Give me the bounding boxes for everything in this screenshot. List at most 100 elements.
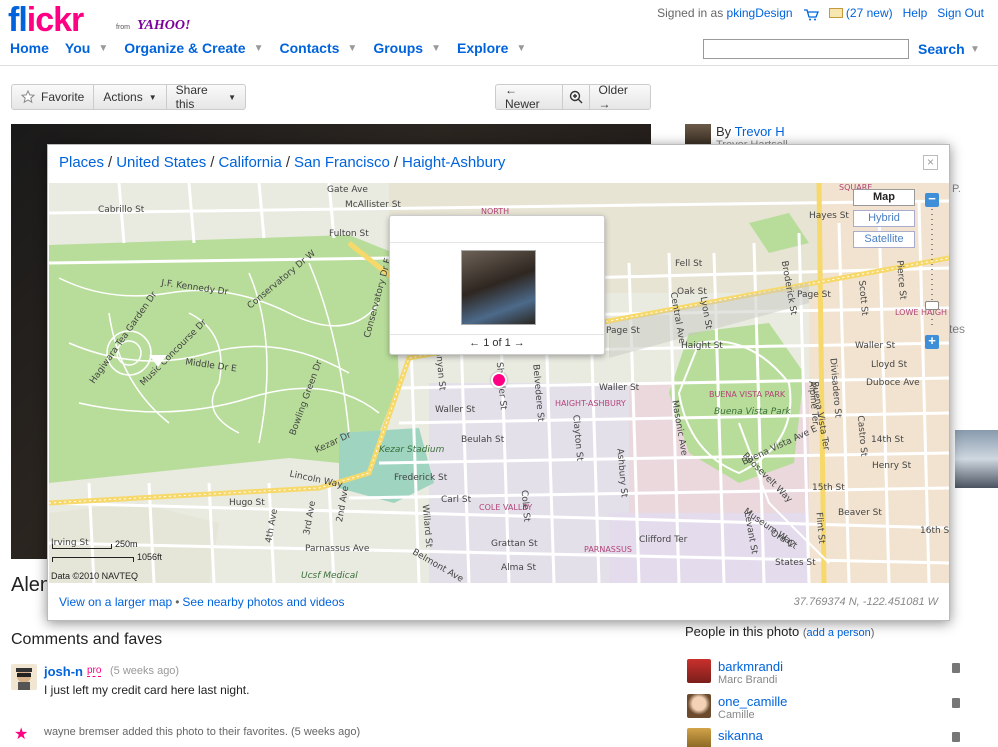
chevron-down-icon[interactable]: ▼ [98, 43, 108, 54]
breadcrumb-city[interactable]: San Francisco [294, 154, 390, 171]
comment-text: I just left my credit card here last nig… [44, 683, 250, 697]
pro-badge[interactable]: pro [87, 665, 102, 677]
person-tag-icon[interactable] [952, 663, 960, 673]
person-tag-icon[interactable] [952, 732, 960, 742]
people-in-photo-title: People in this photo (add a person) [685, 624, 874, 639]
map-footer-links: View on a larger map • See nearby photos a… [59, 595, 345, 609]
nav-explore[interactable]: Explore ▼ [457, 40, 526, 56]
street-label: Cabrillo St [98, 205, 145, 215]
search-input[interactable] [703, 39, 909, 59]
older-button[interactable]: Older → [590, 83, 650, 111]
scale-meters-label: 250m [115, 539, 138, 549]
nav-home[interactable]: Home [10, 40, 49, 56]
zoom-slider-handle[interactable] [925, 301, 939, 310]
close-icon[interactable]: × [923, 155, 938, 170]
map-type-hybrid-button[interactable]: Hybrid [853, 210, 915, 227]
chevron-down-icon[interactable]: ▼ [254, 43, 264, 54]
newer-button[interactable]: ← Newer [496, 83, 563, 111]
username-link[interactable]: pkingDesign [727, 6, 793, 20]
popup-pager[interactable]: ← 1 of 1 → [390, 337, 604, 349]
search-button[interactable]: Search [918, 41, 965, 57]
zoom-in-button[interactable]: + [925, 334, 939, 349]
share-menu-button[interactable]: Share this ▼ [167, 83, 245, 111]
street-label: 14th St [871, 435, 904, 445]
nav-organize[interactable]: Organize & Create ▼ [124, 40, 263, 56]
favorite-button[interactable]: Favorite [12, 85, 95, 109]
people-title-label: People in this photo [685, 624, 800, 639]
list-item: barkmrandi Marc Brandi [687, 659, 967, 693]
map-type-satellite-button[interactable]: Satellite [853, 231, 915, 248]
side-thumbnail[interactable] [955, 430, 998, 488]
breadcrumb-places[interactable]: Places [59, 154, 104, 171]
district-label: HAIGHT-ASHBURY [555, 399, 626, 408]
mail-icon[interactable] [828, 8, 843, 18]
popup-divider [390, 334, 604, 335]
avatar[interactable] [687, 728, 711, 747]
breadcrumb-neighborhood[interactable]: Haight-Ashbury [402, 154, 505, 171]
scale-row-m: 250m [52, 539, 162, 549]
zoom-out-button[interactable]: − [925, 192, 939, 207]
main-nav: Home You ▼ Organize & Create ▼ Contacts ▼ G… [10, 40, 542, 56]
street-label: Haight St [681, 341, 723, 351]
avatar[interactable] [687, 659, 711, 683]
help-link[interactable]: Help [903, 6, 928, 20]
street-label: Hugo St [229, 498, 265, 508]
breadcrumb-state[interactable]: California [218, 154, 281, 171]
person-name-link[interactable]: barkmrandi [718, 659, 783, 674]
street-label: Waller St [435, 405, 476, 415]
flickr-logo[interactable]: flickr [8, 2, 84, 38]
person-name-link[interactable]: sikanna [718, 728, 763, 743]
nav-contacts[interactable]: Contacts ▼ [280, 40, 358, 56]
street-label: Clifford Ter [639, 535, 688, 545]
street-label: 15th St [812, 483, 845, 493]
larger-map-link[interactable]: View on a larger map [59, 595, 172, 609]
map-pin-icon[interactable] [491, 372, 507, 388]
actions-label: Actions [103, 90, 143, 104]
district-label: PARNASSUS [584, 545, 632, 554]
chevron-down-icon[interactable]: ▼ [431, 43, 441, 54]
coordinates-readout: 37.769374 N, -122.451081 W [793, 596, 938, 608]
nearby-photos-link[interactable]: See nearby photos and videos [182, 595, 344, 609]
breadcrumb-country[interactable]: United States [116, 154, 206, 171]
comment-author-link[interactable]: josh-n [44, 664, 83, 679]
person-tag-icon[interactable] [952, 698, 960, 708]
owner-byline: By Trevor H [716, 124, 785, 139]
nav-you[interactable]: You ▼ [65, 40, 108, 56]
landmark-label: Kezar Stadium [379, 445, 445, 455]
popup-photo-thumbnail[interactable] [461, 250, 536, 325]
older-label: Older → [598, 83, 628, 111]
yahoo-logo: YAHOO! [137, 18, 191, 33]
chevron-down-icon: ▼ [228, 92, 236, 102]
chevron-down-icon[interactable]: ▼ [347, 43, 357, 54]
map-canvas[interactable]: Gate Ave Cabrillo St McAllister St Fulto… [49, 183, 949, 583]
street-label: Parnassus Ave [305, 544, 370, 554]
person-real-name: Marc Brandi [718, 674, 778, 686]
person-name-link[interactable]: one_camille [718, 694, 787, 709]
actions-menu-button[interactable]: Actions ▼ [94, 85, 167, 109]
cart-icon[interactable] [803, 9, 819, 21]
add-person-label[interactable]: add a person [807, 627, 871, 639]
mail-count-link[interactable]: (27 new) [846, 6, 893, 20]
map-type-map-button[interactable]: Map [853, 189, 915, 206]
zoom-button[interactable] [563, 85, 590, 109]
avatar[interactable] [687, 694, 711, 718]
street-label: Page St [797, 290, 831, 300]
nav-groups[interactable]: Groups ▼ [373, 40, 441, 56]
nav-you-label: You [64, 40, 91, 56]
street-label: Lloyd St [871, 360, 908, 370]
side-text-fragment: P. [952, 183, 961, 195]
chevron-down-icon[interactable]: ▼ [970, 44, 980, 55]
landmark-label: Buena Vista Park [714, 407, 791, 417]
nav-groups-label: Groups [373, 40, 424, 56]
avatar-illustration [16, 668, 32, 690]
scale-row-ft: 1056ft [52, 552, 162, 562]
map-photo-popup: ← 1 of 1 → [389, 215, 605, 355]
avatar[interactable] [11, 664, 37, 690]
add-person-link[interactable]: (add a person) [803, 627, 875, 639]
comments-title: Comments and faves [11, 631, 163, 648]
chevron-down-icon[interactable]: ▼ [516, 43, 526, 54]
nav-contacts-label: Contacts [279, 40, 340, 56]
sign-out-link[interactable]: Sign Out [937, 6, 984, 20]
owner-name-link[interactable]: Trevor H [735, 124, 785, 139]
map-scale: 250m 1056ft [52, 539, 162, 562]
